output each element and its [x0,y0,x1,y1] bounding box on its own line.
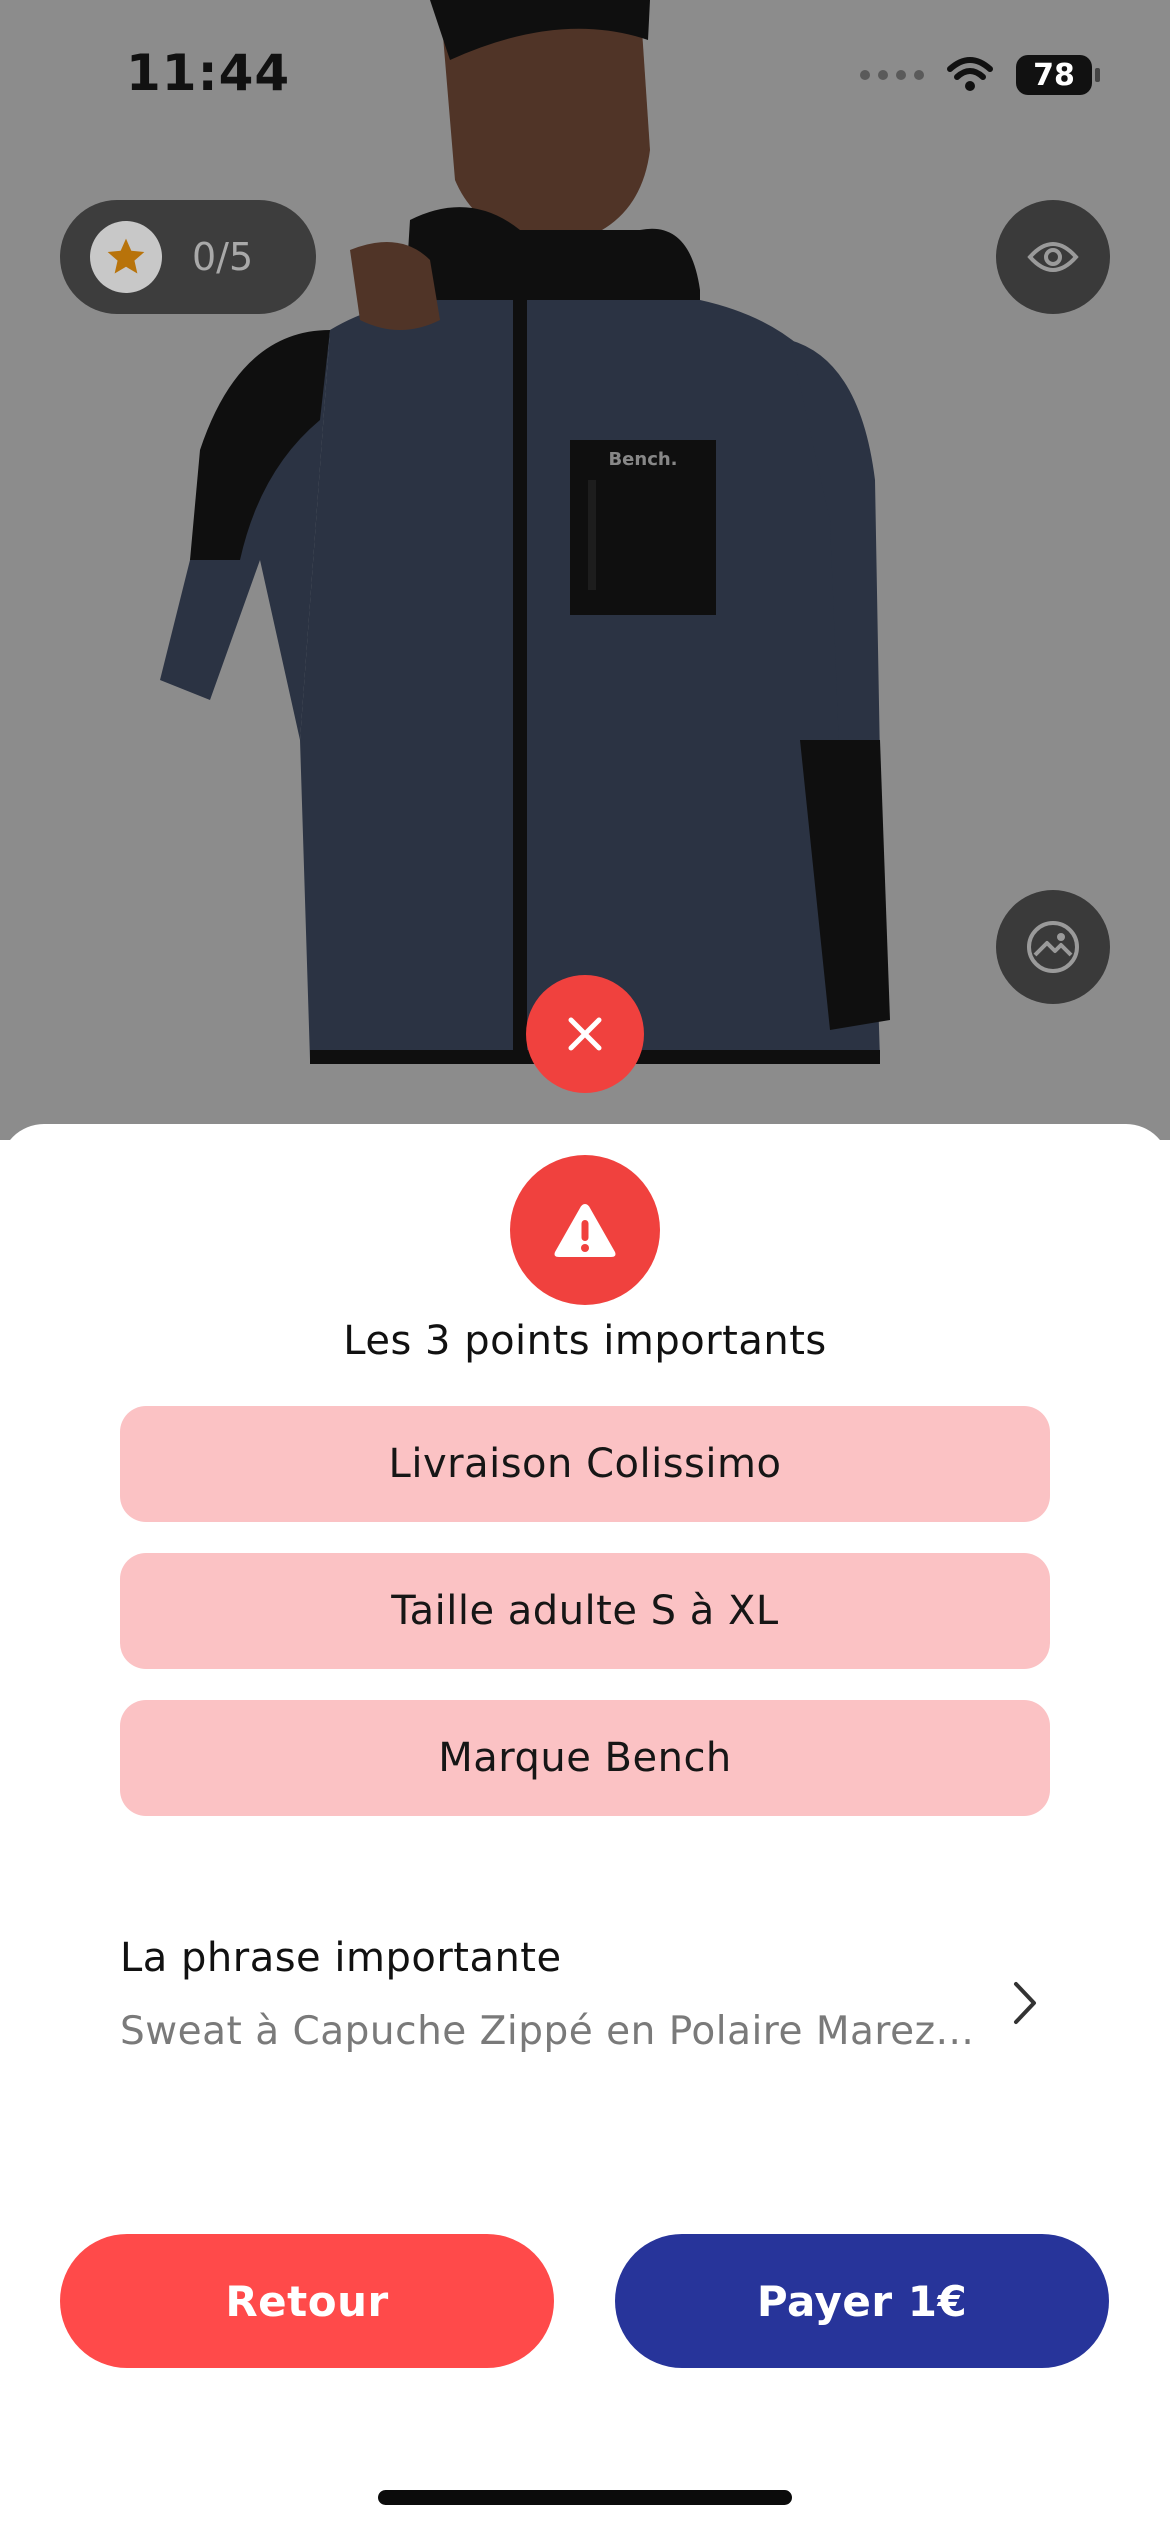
status-time: 11:44 [126,44,291,102]
status-icons: 78 [860,50,1100,100]
pay-button[interactable]: Payer 1€ [615,2234,1109,2368]
point-item: Marque Bench [120,1700,1050,1816]
home-indicator [378,2490,792,2505]
close-icon [568,1017,602,1051]
rating-pill[interactable]: 0/5 [60,200,316,314]
point-item: Taille adulte S à XL [120,1553,1050,1669]
image-gallery-icon [1027,921,1079,973]
rating-value: 0/5 [192,235,254,279]
battery-indicator: 78 [1016,55,1100,95]
star-icon [90,221,162,293]
warning-icon [554,1204,616,1257]
chevron-right-icon [1014,1982,1036,2024]
wifi-icon [947,57,993,91]
product-photo: Bench. [0,0,1170,1140]
point-item: Livraison Colissimo [120,1406,1050,1522]
phrase-label: La phrase importante [120,1935,562,1981]
phrase-value: Sweat à Capuche Zippé en Polaire Marez..… [120,2009,975,2054]
important-phrase-row[interactable]: La phrase importante Sweat à Capuche Zip… [120,1935,1050,2075]
sheet-title: Les 3 points importants [343,1318,827,1364]
close-button[interactable] [526,975,644,1093]
eye-icon [1027,242,1079,272]
photo-dim-overlay [0,0,1170,1140]
signal-icon [860,70,924,80]
gallery-button[interactable] [996,890,1110,1004]
back-button[interactable]: Retour [60,2234,554,2368]
eye-button[interactable] [996,200,1110,314]
warning-badge [510,1155,660,1305]
